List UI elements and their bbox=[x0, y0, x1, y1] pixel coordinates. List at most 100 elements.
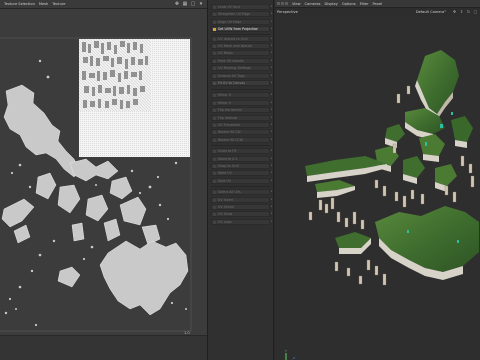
tool-options-icon[interactable]: ▸ bbox=[271, 19, 274, 25]
tool-icon bbox=[213, 59, 216, 63]
tool-button[interactable]: UV Grow bbox=[211, 211, 270, 218]
menu-mesh[interactable]: Mesh bbox=[39, 2, 48, 6]
tool-button[interactable]: Straighten UV Edge bbox=[211, 11, 270, 18]
tool-options-icon[interactable]: ▸ bbox=[271, 204, 274, 210]
tool-button[interactable]: UV Shrink bbox=[211, 204, 270, 210]
tool-options-icon[interactable]: ▸ bbox=[271, 43, 274, 49]
tool-button[interactable]: Rotate 90 CCW bbox=[211, 136, 270, 143]
tool-options-icon[interactable]: ▸ bbox=[271, 11, 274, 17]
tool-options-icon[interactable]: ▸ bbox=[271, 156, 274, 162]
tool-button-label: Grab UV Face bbox=[218, 5, 241, 9]
maximize-icon[interactable]: ▢ bbox=[473, 9, 478, 14]
tool-button-label: Pack UV Islands bbox=[218, 58, 244, 63]
pan-icon[interactable]: ✥ bbox=[452, 9, 457, 14]
tool-button[interactable]: UV Transform bbox=[211, 122, 270, 128]
tool-options-icon[interactable]: ▸ bbox=[271, 189, 274, 195]
menu-cameras[interactable]: Cameras bbox=[305, 2, 321, 6]
tool-button[interactable]: UV Invert bbox=[211, 196, 270, 203]
tool-button[interactable]: Weld UV bbox=[211, 170, 270, 177]
viewport-panel: View Cameras Display Options Filter Pane… bbox=[275, 0, 480, 360]
tool-button[interactable]: Unwrap UV Tags bbox=[211, 72, 270, 79]
tool-options-icon[interactable]: ▸ bbox=[271, 178, 274, 184]
tool-icon bbox=[213, 198, 216, 202]
tool-icon bbox=[213, 109, 216, 113]
tool-button-label: UV Transform bbox=[218, 123, 241, 127]
uv-canvas[interactable]: 1.0 bbox=[0, 9, 207, 335]
tool-options-icon[interactable]: ▸ bbox=[271, 80, 274, 86]
tool-button[interactable]: Snap to Grid bbox=[211, 163, 270, 169]
tool-options-icon[interactable]: ▸ bbox=[271, 36, 274, 42]
tool-options-icon[interactable]: ▸ bbox=[271, 137, 274, 143]
tool-button[interactable]: Scale to Fit bbox=[211, 148, 270, 155]
dropdown-icon[interactable]: ▾ bbox=[198, 1, 204, 7]
tool-button[interactable]: UV Islands to Grid bbox=[211, 35, 270, 42]
tool-icon bbox=[213, 172, 216, 176]
tool-icon bbox=[213, 67, 216, 71]
tool-options-icon[interactable]: ▸ bbox=[271, 50, 274, 56]
tool-button[interactable]: Rotate 90 CW bbox=[211, 129, 270, 136]
menu-panel[interactable]: Panel bbox=[373, 2, 383, 6]
tool-options-icon[interactable]: ▸ bbox=[271, 115, 274, 121]
tool-button[interactable]: Fit UV to Canvas bbox=[211, 80, 270, 86]
move-icon[interactable]: ✥ bbox=[174, 1, 180, 7]
tool-icon bbox=[213, 191, 216, 195]
menu-options[interactable]: Options bbox=[342, 2, 356, 6]
tool-button[interactable]: Mirror U bbox=[211, 92, 270, 99]
tool-button[interactable]: Grab UV Face bbox=[211, 4, 270, 10]
tool-button[interactable]: Pack UV Islands bbox=[211, 57, 270, 64]
menu-texture[interactable]: Texture bbox=[52, 2, 65, 6]
tool-options-icon[interactable]: ▸ bbox=[271, 129, 274, 135]
tool-button[interactable]: Set UVW from Projection bbox=[211, 26, 270, 33]
tool-button[interactable]: UV Mesh and Islands bbox=[211, 43, 270, 49]
tool-options-icon[interactable]: ▸ bbox=[271, 122, 274, 128]
menu-view[interactable]: View bbox=[292, 2, 301, 6]
tool-button[interactable]: Flip Vertical bbox=[211, 114, 270, 121]
tool-button-label: UV Shrink bbox=[218, 205, 235, 209]
tool-options-icon[interactable]: ▸ bbox=[271, 100, 274, 106]
tool-button[interactable]: Align UV Edge bbox=[211, 18, 270, 25]
tool-button[interactable]: Flip Horizontal bbox=[211, 107, 270, 114]
tool-options-icon[interactable]: ▸ bbox=[271, 163, 274, 169]
tool-options-icon[interactable]: ▸ bbox=[271, 4, 274, 10]
tool-button[interactable]: Mirror V bbox=[211, 99, 270, 106]
zoom-icon[interactable]: ⇕ bbox=[459, 9, 464, 14]
menu-display[interactable]: Display bbox=[325, 2, 338, 6]
tool-options-icon[interactable]: ▸ bbox=[271, 197, 274, 203]
tool-icon bbox=[213, 74, 216, 78]
tool-button-label: Set UVW from Projection bbox=[218, 27, 259, 32]
tool-button[interactable]: Select All UVs bbox=[211, 189, 270, 196]
tool-button[interactable]: Move to 0-1 bbox=[211, 155, 270, 162]
tool-options-icon[interactable]: ▸ bbox=[271, 170, 274, 176]
viewport-title: Perspective bbox=[277, 10, 298, 14]
tool-options-icon[interactable]: ▸ bbox=[271, 73, 274, 79]
tool-button[interactable]: UV Loop bbox=[211, 218, 270, 225]
grid-icon[interactable]: ▦ bbox=[182, 1, 188, 7]
viewport-camera-label[interactable]: Default Camera° bbox=[416, 10, 446, 14]
tool-options-icon[interactable]: ▸ bbox=[271, 65, 274, 71]
viewport-menubar: View Cameras Display Options Filter Pane… bbox=[275, 0, 480, 8]
orbit-icon[interactable]: ↻ bbox=[466, 9, 471, 14]
tool-options-icon[interactable]: ▸ bbox=[271, 26, 274, 32]
viewport-canvas[interactable]: Y X Z bbox=[275, 16, 480, 360]
tool-icon bbox=[213, 206, 216, 209]
tool-button[interactable]: UV Packing Settings bbox=[211, 65, 270, 72]
tool-options-icon[interactable]: ▸ bbox=[271, 92, 274, 98]
tool-separator bbox=[211, 33, 270, 35]
tool-button[interactable]: UV Relax bbox=[211, 50, 270, 57]
tool-button-label: Snap to Grid bbox=[218, 164, 239, 168]
tool-options-icon[interactable]: ▸ bbox=[271, 58, 274, 64]
menu-texture-selection[interactable]: Texture Selection bbox=[4, 2, 35, 6]
tool-options-icon[interactable]: ▸ bbox=[271, 107, 274, 113]
tool-options-icon[interactable]: ▸ bbox=[271, 211, 274, 217]
tool-icon bbox=[213, 94, 216, 98]
tool-options-icon[interactable]: ▸ bbox=[271, 219, 274, 225]
tool-button-label: UV Relax bbox=[218, 51, 233, 56]
tool-button-label: Split UV bbox=[218, 178, 232, 183]
maximize-icon[interactable]: ▢ bbox=[190, 1, 196, 7]
viewport-nav-icons: ✥ ⇕ ↻ ▢ bbox=[452, 9, 478, 14]
tool-button[interactable]: Split UV bbox=[211, 177, 270, 184]
uv-editor-panel: Texture Selection Mesh Texture ✥ ▦ ▢ ▾ 1… bbox=[0, 0, 207, 360]
tool-separator bbox=[211, 186, 270, 188]
menu-filter[interactable]: Filter bbox=[360, 2, 369, 6]
tool-options-icon[interactable]: ▸ bbox=[271, 148, 274, 154]
